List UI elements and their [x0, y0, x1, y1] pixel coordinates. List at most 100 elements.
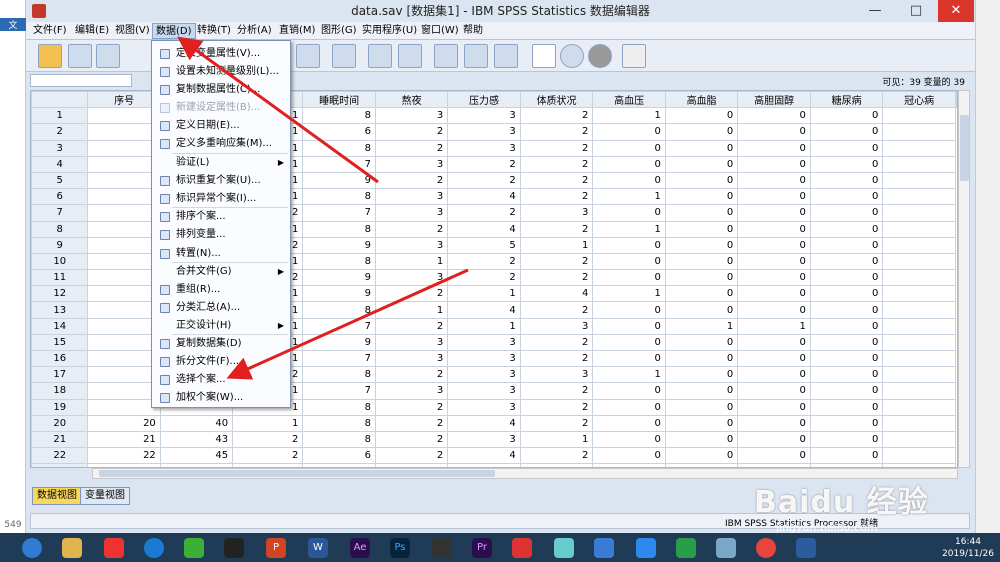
table-cell[interactable]: 1	[664, 317, 739, 335]
row-number[interactable]: 23	[31, 463, 89, 467]
table-cell[interactable]: 1	[374, 252, 449, 271]
table-cell[interactable]	[87, 204, 161, 222]
table-row[interactable]: 22 22 45 2 6 2 4 2 0 0 0 0	[31, 447, 957, 465]
app-icon-6[interactable]	[716, 538, 736, 558]
table-cell[interactable]: 2	[232, 447, 304, 465]
menu-item-select-cases[interactable]: 选择个案...	[154, 371, 290, 389]
table-cell[interactable]: 0	[809, 204, 884, 222]
column-header[interactable]: 序号	[87, 91, 161, 109]
row-number[interactable]: 14	[31, 317, 89, 335]
table-cell[interactable]: 4	[447, 220, 521, 238]
row-number[interactable]: 13	[31, 301, 89, 319]
select-cases-icon[interactable]	[494, 44, 518, 68]
table-cell[interactable]: 0	[737, 382, 811, 400]
table-cell[interactable]: 0	[737, 171, 811, 190]
insert-variable-icon[interactable]	[398, 44, 422, 68]
k-app-icon[interactable]	[144, 538, 164, 558]
table-cell[interactable]: 2	[374, 171, 449, 190]
table-cell[interactable]	[87, 333, 161, 352]
table-cell[interactable]: 0	[664, 447, 739, 465]
table-cell[interactable]: 2	[374, 366, 449, 384]
table-cell[interactable]	[87, 236, 161, 254]
table-cell[interactable]: 0	[737, 107, 811, 125]
menu-item-define-var[interactable]: 定义变量属性(V)...	[154, 45, 290, 63]
table-cell[interactable]: 0	[809, 398, 884, 416]
table-cell[interactable]: 0	[737, 301, 811, 319]
table-cell[interactable]: 0	[737, 269, 811, 287]
table-cell[interactable]: 0	[809, 382, 884, 400]
table-cell[interactable]: 2	[519, 171, 594, 190]
table-cell[interactable]	[882, 349, 956, 368]
table-cell[interactable]: 0	[592, 398, 666, 416]
table-cell[interactable]	[882, 430, 956, 449]
insert-cases-icon[interactable]	[368, 44, 392, 68]
table-cell[interactable]	[882, 171, 956, 190]
table-cell[interactable]: 6	[302, 447, 376, 465]
horizontal-scroll-thumb[interactable]	[99, 470, 495, 477]
app-icon-5[interactable]	[676, 538, 696, 558]
table-cell[interactable]: 0	[809, 236, 884, 254]
menu-item-submenu-12[interactable]: 合并文件(G) ▶	[154, 263, 290, 281]
table-cell[interactable]: 0	[592, 414, 666, 432]
start-icon[interactable]	[22, 538, 42, 558]
table-cell[interactable]: 3	[447, 349, 521, 368]
table-cell[interactable]: 2	[519, 252, 594, 271]
table-cell[interactable]: 1	[592, 107, 666, 125]
table-cell[interactable]: 7	[302, 155, 376, 173]
table-cell[interactable]	[882, 155, 956, 173]
table-cell[interactable]: 8	[302, 220, 376, 238]
table-cell[interactable]: 8	[302, 252, 376, 271]
table-cell[interactable]: 0	[592, 349, 666, 368]
table-cell[interactable]: 3	[447, 430, 521, 449]
table-cell[interactable]	[882, 107, 956, 125]
menu-item-calendar[interactable]: 定义日期(E)...	[154, 117, 290, 135]
menu-item-copy-props[interactable]: 复制数据属性(C)...	[154, 81, 290, 99]
table-cell[interactable]: 0	[592, 382, 666, 400]
row-number[interactable]: 20	[31, 414, 89, 432]
app-icon-4[interactable]	[636, 538, 656, 558]
table-cell[interactable]: 0	[809, 366, 884, 384]
table-cell[interactable]: 9	[302, 285, 376, 303]
table-cell[interactable]	[882, 236, 956, 254]
table-cell[interactable]: 0	[737, 447, 811, 465]
column-header-empty[interactable]	[955, 91, 957, 109]
table-cell[interactable]: 0	[809, 123, 884, 141]
column-header[interactable]: 压力感	[447, 91, 521, 109]
table-cell[interactable]: 2	[519, 188, 594, 206]
table-cell[interactable]: 0	[737, 398, 811, 416]
table-cell[interactable]: 0	[809, 317, 884, 335]
table-cell[interactable]: 1	[592, 366, 666, 384]
table-cell[interactable]: 8	[302, 107, 376, 125]
table-cell[interactable]: 0	[737, 220, 811, 238]
table-cell[interactable]: 0	[737, 430, 811, 449]
table-cell[interactable]: 0	[664, 139, 739, 157]
after-effects-icon[interactable]: Ae	[350, 538, 370, 558]
row-number[interactable]: 21	[31, 430, 89, 449]
table-cell[interactable]	[87, 252, 161, 271]
table-cell[interactable]: 3	[374, 269, 449, 287]
table-cell[interactable]: 0	[737, 414, 811, 432]
table-cell[interactable]: 0	[809, 252, 884, 271]
value-labels-icon[interactable]	[532, 44, 556, 68]
table-cell[interactable]: 1	[592, 188, 666, 206]
table-cell[interactable]: 8	[302, 188, 376, 206]
find-icon[interactable]	[332, 44, 356, 68]
table-cell[interactable]: 2	[374, 414, 449, 432]
column-header[interactable]: 熬夜	[374, 91, 449, 109]
table-cell[interactable]	[882, 301, 956, 319]
column-header[interactable]: 糖尿病	[809, 91, 884, 109]
minimize-button[interactable]: —	[855, 0, 895, 22]
table-cell[interactable]: 0	[809, 139, 884, 157]
table-cell[interactable]	[882, 366, 956, 384]
menu-item-weight-cases[interactable]: 加权个案(W)...	[154, 389, 290, 407]
table-cell[interactable]: 0	[737, 204, 811, 222]
menu-analyze[interactable]: 分析(A)	[234, 23, 275, 39]
table-cell[interactable]: 3	[519, 317, 594, 335]
app-icon-3[interactable]	[594, 538, 614, 558]
row-number[interactable]: 17	[31, 366, 89, 384]
cell-reference-field[interactable]	[30, 74, 132, 87]
table-cell[interactable]	[87, 139, 161, 157]
table-cell[interactable]: 0	[664, 382, 739, 400]
table-cell[interactable]: 0	[592, 301, 666, 319]
table-cell[interactable]: 0	[737, 236, 811, 254]
